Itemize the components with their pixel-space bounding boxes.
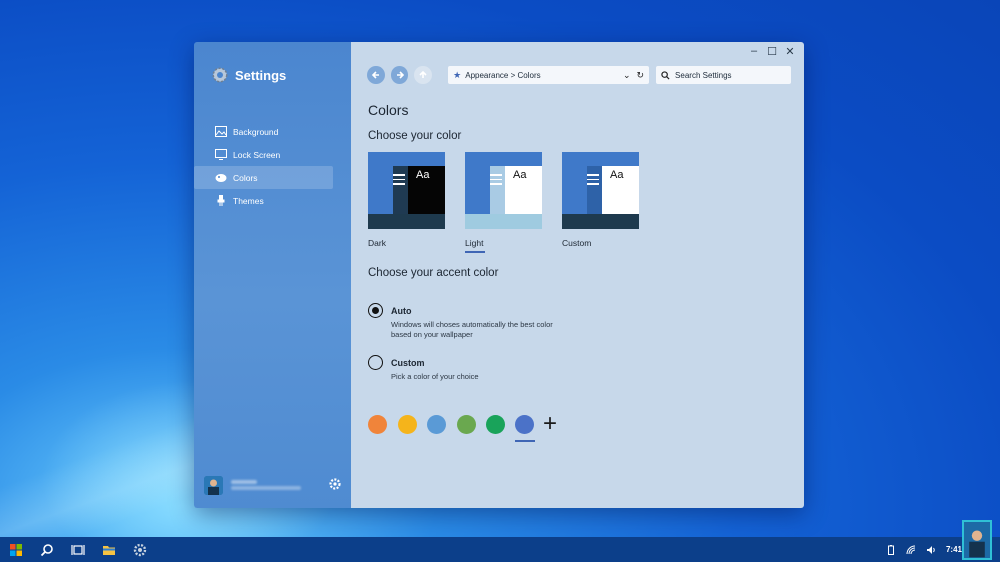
page-title: Colors [368, 102, 409, 118]
task-view-button[interactable] [62, 537, 93, 562]
star-icon: ★ [453, 69, 462, 80]
gear-icon[interactable] [329, 478, 341, 490]
monitor-icon [215, 149, 227, 160]
theme-sample-text: Aa [602, 166, 639, 214]
system-tray: 7:41 [886, 537, 962, 562]
custom-radio[interactable] [368, 355, 383, 370]
search-icon [661, 70, 670, 80]
start-button[interactable] [0, 537, 31, 562]
arrow-up-icon [419, 70, 427, 78]
minimize-button[interactable]: – [749, 45, 759, 58]
image-icon [215, 126, 227, 137]
auto-option-desc: Windows will choses automatically the be… [391, 320, 553, 339]
selected-swatch-indicator [515, 440, 535, 442]
add-color-button[interactable]: + [543, 412, 557, 436]
brush-icon [217, 195, 225, 206]
volume-icon[interactable] [926, 545, 936, 555]
sidebar-nav: Background Lock Screen Colors Themes [194, 120, 351, 212]
sidebar-item-themes[interactable]: Themes [194, 189, 351, 212]
menu-icon [393, 174, 405, 188]
accent-heading: Choose your accent color [368, 267, 499, 279]
choose-color-heading: Choose your color [368, 130, 462, 142]
folder-icon [102, 545, 115, 555]
theme-tile-custom[interactable]: Aa [562, 152, 639, 229]
content-pane: – ☐ ✕ ★ Appearance > Colors ⌄ ↻ Search S… [351, 42, 804, 508]
forward-button[interactable] [390, 66, 409, 84]
theme-sample-text: Aa [408, 166, 445, 214]
auto-radio[interactable] [368, 303, 383, 318]
search-button[interactable] [31, 537, 62, 562]
back-button[interactable] [367, 66, 385, 84]
clock[interactable]: 7:41 [946, 545, 962, 554]
battery-icon[interactable] [886, 544, 896, 555]
search-input[interactable]: Search Settings [656, 66, 792, 84]
avatar [204, 475, 223, 495]
swatch-orange[interactable] [368, 415, 387, 434]
refresh-icon[interactable]: ↻ [637, 70, 645, 81]
menu-icon [587, 174, 599, 188]
sidebar-item-label: Colors [233, 172, 258, 183]
app-title-text: Settings [235, 67, 287, 83]
settings-window: Settings Background Lock Screen Colors T… [194, 42, 804, 508]
search-icon [40, 543, 53, 556]
arrow-left-icon [371, 71, 379, 79]
up-button[interactable] [414, 66, 433, 84]
arrow-right-icon [396, 71, 404, 79]
user-name-blurred [231, 480, 257, 484]
address-bar[interactable]: ★ Appearance > Colors ⌄ ↻ [448, 66, 650, 84]
menu-icon [490, 174, 502, 188]
palette-icon [215, 174, 227, 182]
settings-taskbar-button[interactable] [124, 537, 155, 562]
breadcrumb: Appearance > Colors [465, 70, 541, 80]
settings-gear-icon [212, 67, 228, 83]
swatch-green[interactable] [486, 415, 505, 434]
file-explorer-button[interactable] [93, 537, 124, 562]
swatch-light-blue[interactable] [427, 415, 446, 434]
swatch-blue[interactable] [515, 415, 534, 434]
sidebar-item-label: Themes [233, 195, 264, 206]
user-email-blurred [231, 486, 301, 490]
window-controls: – ☐ ✕ [749, 45, 795, 58]
taskbar: 7:41 [0, 537, 1000, 562]
auto-option-title: Auto [391, 306, 412, 316]
theme-label-dark: Dark [368, 238, 386, 248]
wifi-icon[interactable] [906, 545, 916, 555]
custom-option-desc: Pick a color of your choice [391, 372, 479, 381]
theme-tile-dark[interactable]: Aa [368, 152, 445, 229]
sidebar-item-label: Lock Screen [233, 149, 281, 160]
sidebar-item-lock-screen[interactable]: Lock Screen [194, 143, 351, 166]
selected-theme-indicator [465, 251, 485, 253]
sidebar-item-background[interactable]: Background [194, 120, 351, 143]
sidebar-item-label: Background [233, 126, 279, 137]
swatch-yellow[interactable] [398, 415, 417, 434]
app-title: Settings [211, 66, 286, 84]
sidebar-item-colors[interactable]: Colors [194, 166, 333, 189]
custom-option-title: Custom [391, 358, 425, 368]
person-icon [204, 475, 223, 495]
sidebar: Settings Background Lock Screen Colors T… [194, 42, 351, 508]
user-info-blurred [231, 480, 301, 490]
person-icon [964, 522, 990, 558]
avatar [962, 520, 992, 560]
theme-tile-light[interactable]: Aa [465, 152, 542, 229]
theme-label-custom: Custom [562, 238, 592, 248]
maximize-button[interactable]: ☐ [767, 45, 777, 58]
toolbar: ★ Appearance > Colors ⌄ ↻ Search Setting… [367, 65, 792, 85]
theme-label-light: Light [465, 238, 484, 248]
task-view-icon [70, 544, 85, 555]
close-button[interactable]: ✕ [785, 45, 795, 58]
swatch-olive-green[interactable] [457, 415, 476, 434]
theme-sample-text: Aa [505, 166, 542, 214]
windows-logo-icon [9, 543, 22, 556]
user-profile[interactable] [204, 474, 344, 496]
chevron-down-icon[interactable]: ⌄ [623, 70, 631, 81]
gear-icon [133, 543, 146, 556]
search-placeholder: Search Settings [675, 70, 732, 80]
